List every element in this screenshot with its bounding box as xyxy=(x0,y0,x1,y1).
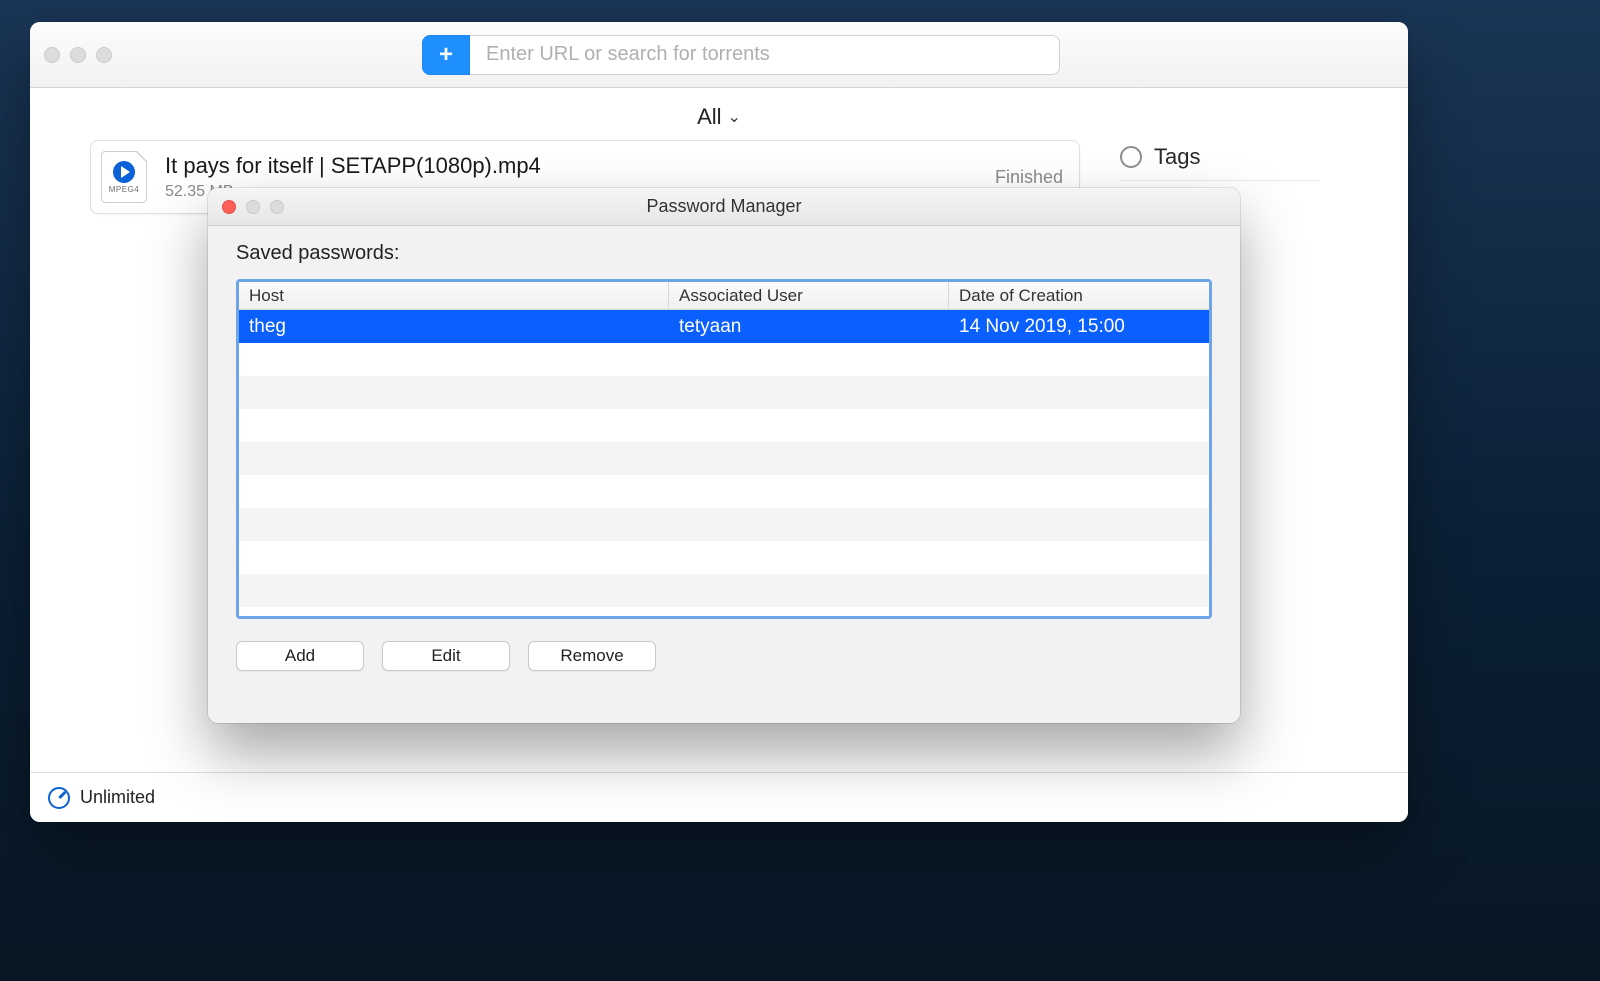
filter-row: All ⌄ xyxy=(90,98,1348,140)
table-row[interactable] xyxy=(239,343,1209,376)
modal-titlebar: Password Manager xyxy=(208,188,1240,226)
zoom-window-icon[interactable] xyxy=(96,47,112,63)
plus-icon: + xyxy=(439,43,453,67)
table-row[interactable] xyxy=(239,376,1209,409)
sidebar: Tags xyxy=(1120,140,1320,181)
remove-button[interactable]: Remove xyxy=(528,641,656,671)
search-input[interactable] xyxy=(470,35,1060,75)
column-user[interactable]: Associated User xyxy=(669,282,949,309)
tags-label: Tags xyxy=(1154,144,1200,170)
table-row[interactable] xyxy=(239,442,1209,475)
download-title: It pays for itself | SETAPP(1080p).mp4 xyxy=(165,153,977,179)
edit-button[interactable]: Edit xyxy=(382,641,510,671)
cell-user: tetyaan xyxy=(669,310,949,343)
table-row[interactable]: theg tetyaan 14 Nov 2019, 15:00 xyxy=(239,310,1209,343)
file-type-icon: MPEG4 xyxy=(101,151,147,203)
speed-gauge-icon[interactable] xyxy=(48,787,70,809)
toolbar: + xyxy=(30,22,1408,88)
table-row[interactable] xyxy=(239,541,1209,574)
status-bar: Unlimited xyxy=(30,772,1408,822)
table-row[interactable] xyxy=(239,409,1209,442)
cell-date: 14 Nov 2019, 15:00 xyxy=(949,310,1209,343)
chevron-down-icon: ⌄ xyxy=(728,107,741,127)
close-window-icon[interactable] xyxy=(44,47,60,63)
password-manager-window: Password Manager Saved passwords: Host A… xyxy=(208,188,1240,723)
modal-body: Saved passwords: Host Associated User Da… xyxy=(208,226,1240,723)
column-date[interactable]: Date of Creation xyxy=(949,282,1209,309)
file-type-label: MPEG4 xyxy=(109,185,140,194)
modal-minimize-icon[interactable] xyxy=(246,200,260,214)
modal-window-controls xyxy=(222,200,284,214)
table-row[interactable] xyxy=(239,574,1209,607)
modal-close-icon[interactable] xyxy=(222,200,236,214)
modal-title: Password Manager xyxy=(646,196,801,217)
column-host[interactable]: Host xyxy=(239,282,669,309)
table-body: theg tetyaan 14 Nov 2019, 15:00 xyxy=(239,310,1209,616)
filter-dropdown[interactable]: All ⌄ xyxy=(697,104,741,130)
modal-zoom-icon[interactable] xyxy=(270,200,284,214)
section-heading: Saved passwords: xyxy=(236,242,1212,265)
tags-header[interactable]: Tags xyxy=(1120,144,1320,181)
minimize-window-icon[interactable] xyxy=(70,47,86,63)
tag-circle-icon xyxy=(1120,146,1142,168)
add-url-button[interactable]: + xyxy=(422,35,470,75)
speed-label: Unlimited xyxy=(80,787,155,808)
passwords-table: Host Associated User Date of Creation th… xyxy=(236,279,1212,619)
play-icon xyxy=(113,161,135,183)
search-group: + xyxy=(422,35,1060,75)
table-header: Host Associated User Date of Creation xyxy=(239,282,1209,310)
cell-host: theg xyxy=(239,310,669,343)
filter-label: All xyxy=(697,104,721,130)
download-status: Finished xyxy=(995,167,1063,188)
modal-actions: Add Edit Remove xyxy=(236,619,1212,671)
table-row[interactable] xyxy=(239,508,1209,541)
add-button[interactable]: Add xyxy=(236,641,364,671)
window-controls xyxy=(44,47,112,63)
table-row[interactable] xyxy=(239,475,1209,508)
